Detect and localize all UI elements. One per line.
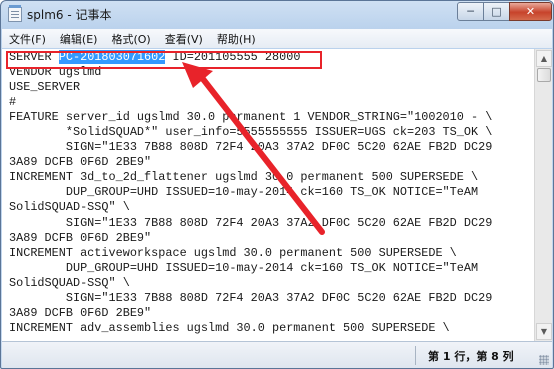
vertical-scrollbar[interactable]: ▲ ▼ (534, 49, 552, 341)
menu-edit[interactable]: 编辑(E) (53, 31, 105, 47)
window-title: splm6 - 记事本 (27, 8, 112, 22)
maximize-button[interactable]: □ (483, 2, 510, 21)
menu-format[interactable]: 格式(O) (104, 31, 157, 47)
close-icon: ✕ (525, 5, 536, 18)
maximize-icon: □ (491, 5, 502, 18)
scroll-thumb[interactable] (537, 68, 551, 82)
text-editor[interactable]: SERVER PC-201803071602 ID=201105555 2800… (2, 49, 534, 341)
menu-view[interactable]: 查看(V) (158, 31, 210, 47)
annotation-highlight-box (6, 51, 322, 69)
close-button[interactable]: ✕ (509, 2, 552, 21)
notepad-icon[interactable] (8, 5, 22, 22)
resize-grip-icon[interactable] (539, 355, 549, 365)
menu-bar: 文件(F) 编辑(E) 格式(O) 查看(V) 帮助(H) (2, 29, 552, 48)
menu-file[interactable]: 文件(F) (2, 31, 53, 47)
minimize-button[interactable]: ─ (457, 2, 484, 21)
title-bar[interactable]: splm6 - 记事本 ─ □ ✕ (1, 1, 553, 29)
status-divider (415, 346, 416, 365)
cursor-position: 第 1 行，第 8 列 (428, 350, 514, 363)
status-bar: 第 1 行，第 8 列 (2, 341, 552, 368)
editor-content[interactable]: SERVER PC-201803071602 ID=201105555 2800… (9, 50, 492, 336)
minimize-icon: ─ (467, 5, 474, 18)
scroll-up-icon[interactable]: ▲ (536, 50, 552, 67)
license-text: VENDOR ugslmd USE_SERVER # FEATURE serve… (9, 65, 493, 335)
scroll-down-icon[interactable]: ▼ (536, 323, 552, 340)
menu-help[interactable]: 帮助(H) (210, 31, 263, 47)
